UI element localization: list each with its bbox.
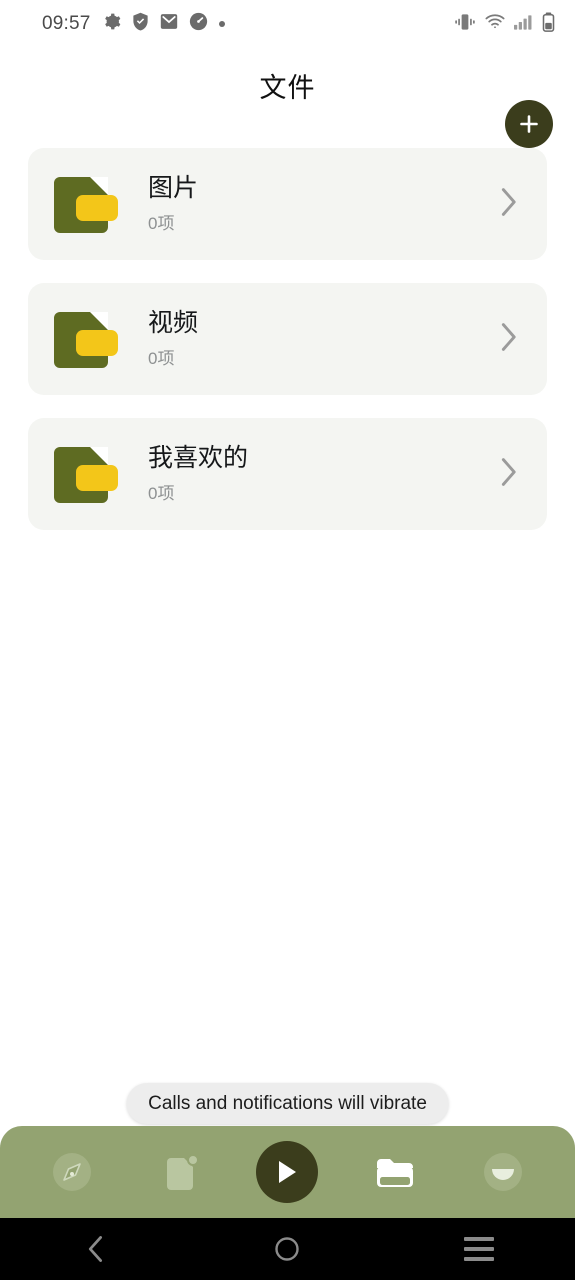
- list-item-subtitle: 0项: [148, 483, 175, 503]
- list-item-title: 视频: [148, 309, 199, 338]
- app-bar: 文件: [0, 48, 575, 148]
- page-title: 文件: [259, 73, 316, 103]
- home-button[interactable]: [237, 1218, 337, 1280]
- battery-icon: [542, 11, 555, 37]
- phone-screen: 09:57 文件 图片 0项 视频 0项 我喜欢的 0项 Calls and n…: [0, 0, 575, 1280]
- status-bar-left: 09:57: [42, 12, 225, 36]
- nav-item-folder[interactable]: [363, 1140, 427, 1204]
- folder-icon: [48, 438, 120, 510]
- wifi-icon: [485, 13, 505, 35]
- dot-icon: [218, 21, 225, 27]
- recents-icon: [464, 1237, 495, 1261]
- list-item[interactable]: 图片 0项: [28, 148, 547, 260]
- document-badge-icon: [167, 1154, 200, 1190]
- list-item-subtitle: 0项: [148, 348, 175, 368]
- android-navigation-bar: [0, 1218, 575, 1280]
- chevron-right-icon: [497, 185, 519, 224]
- folder-icon: [376, 1159, 413, 1187]
- list-item-title: 图片: [148, 174, 199, 203]
- compass-icon: [53, 1153, 92, 1191]
- home-icon: [275, 1237, 300, 1261]
- list-item-subtitle: 0项: [148, 213, 175, 233]
- list-item-text: 视频 0项: [148, 309, 497, 369]
- bottom-navigation-bar: [0, 1126, 575, 1218]
- list-item[interactable]: 视频 0项: [28, 283, 547, 395]
- status-bar: 09:57: [0, 0, 575, 48]
- vibrate-icon: [454, 13, 476, 36]
- speedometer-icon: [189, 12, 208, 36]
- play-icon: [279, 1161, 297, 1183]
- nav-item-profile[interactable]: [471, 1140, 535, 1204]
- toast-message: Calls and notifications will vibrate: [126, 1083, 449, 1124]
- chevron-right-icon: [497, 455, 519, 494]
- folder-icon: [48, 303, 120, 375]
- list-item-title: 我喜欢的: [148, 444, 249, 473]
- profile-icon: [483, 1153, 522, 1191]
- gear-icon: [102, 12, 121, 36]
- status-bar-clock: 09:57: [42, 13, 91, 34]
- back-button[interactable]: [46, 1218, 146, 1280]
- mail-icon: [160, 12, 178, 36]
- folder-list: 图片 0项 视频 0项 我喜欢的 0项: [0, 148, 575, 553]
- nav-item-play[interactable]: [256, 1141, 319, 1203]
- list-item-text: 我喜欢的 0项: [148, 444, 497, 504]
- recents-button[interactable]: [429, 1218, 529, 1280]
- signal-bars-icon: [514, 13, 533, 36]
- add-button[interactable]: [505, 100, 553, 148]
- chevron-right-icon: [497, 320, 519, 359]
- status-bar-right: [454, 11, 555, 37]
- plus-icon: [520, 115, 538, 133]
- shield-check-icon: [132, 12, 149, 36]
- back-icon: [88, 1236, 102, 1262]
- list-item-text: 图片 0项: [148, 174, 497, 234]
- list-item[interactable]: 我喜欢的 0项: [28, 418, 547, 530]
- nav-item-compass[interactable]: [40, 1140, 104, 1204]
- nav-item-files[interactable]: [148, 1140, 212, 1204]
- folder-icon: [48, 168, 120, 240]
